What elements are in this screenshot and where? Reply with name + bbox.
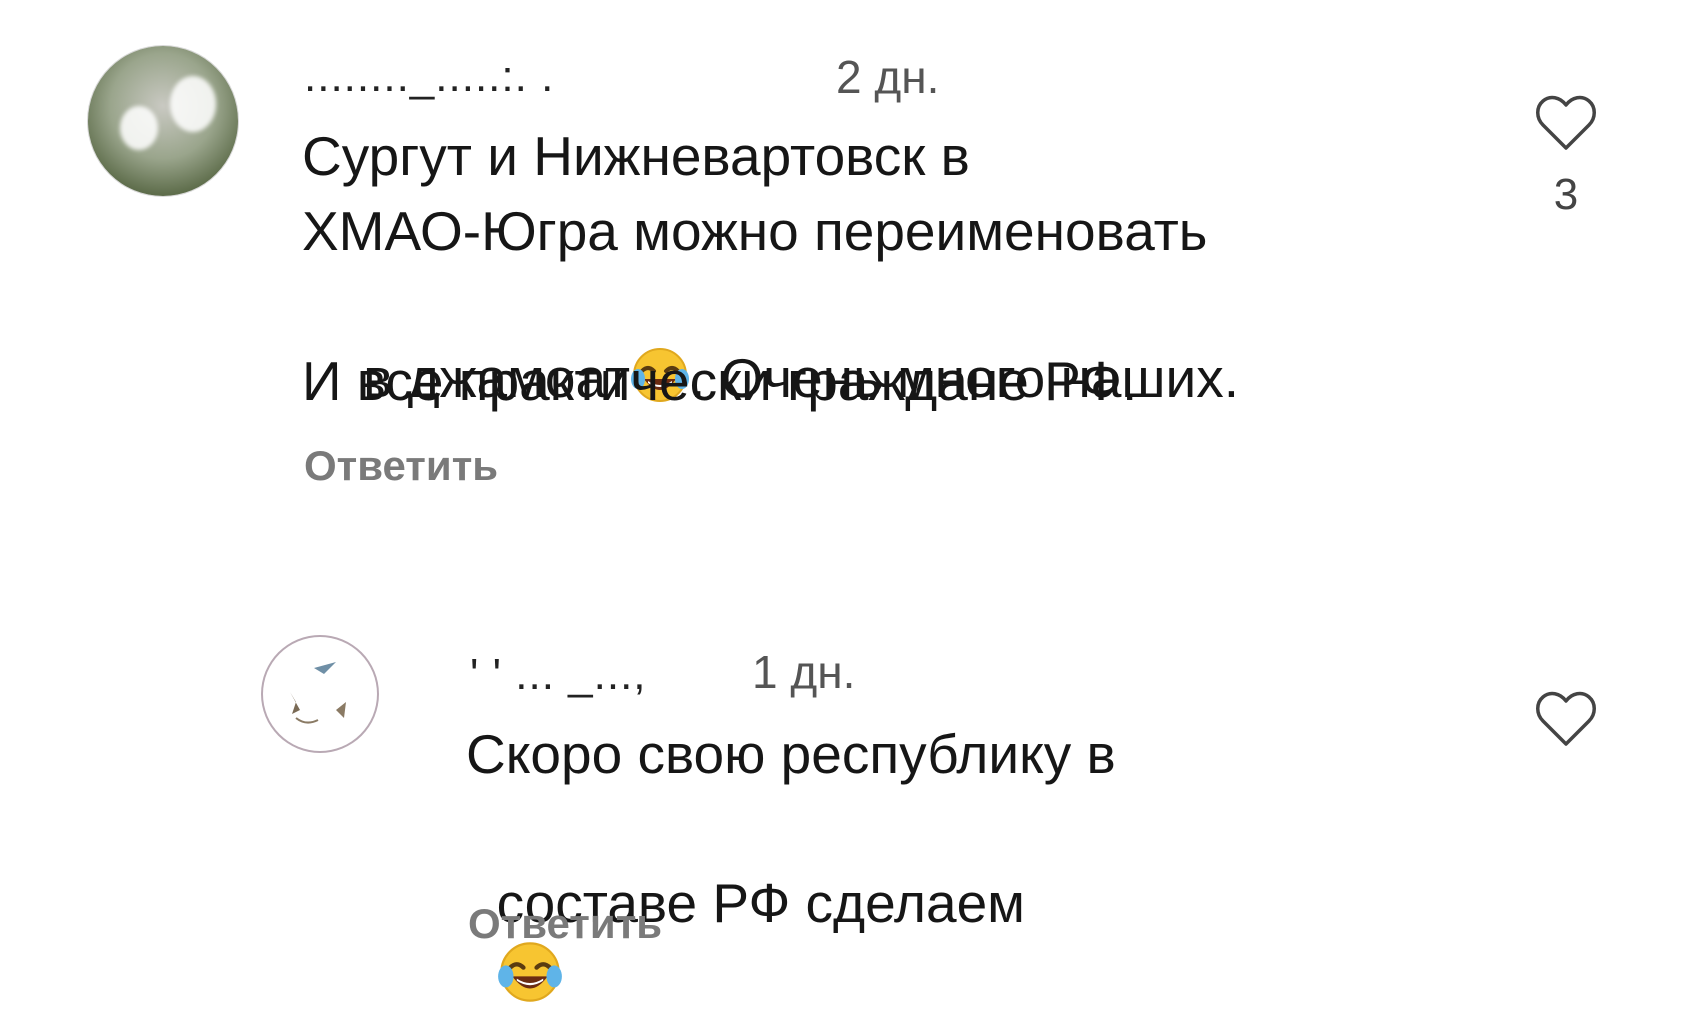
avatar[interactable]	[266, 640, 374, 748]
comment-timestamp: 1 дн.	[752, 646, 856, 698]
reply-button[interactable]: Ответить	[304, 442, 498, 490]
heart-icon	[1536, 95, 1596, 150]
avatar-illustration	[290, 662, 346, 724]
heart-icon	[1536, 691, 1596, 746]
tears-of-joy-emoji-icon	[497, 939, 563, 1022]
comment-username[interactable]: ' ' ... _...,	[470, 650, 647, 700]
comment-timestamp: 2 дн.	[836, 51, 940, 103]
comment-text-line: И все практически граждане РФ.	[302, 350, 1138, 412]
avatar-blur	[170, 76, 216, 132]
avatar[interactable]	[88, 46, 238, 196]
comment-text-line: Сургут и Нижневартовск в	[302, 125, 970, 187]
comment-text-line: ХМАО-Югра можно переименовать	[302, 200, 1208, 262]
reply-button[interactable]: Ответить	[468, 900, 662, 948]
like-button[interactable]	[1534, 688, 1598, 752]
comment-text-line: Скоро свою республику в	[466, 723, 1116, 785]
like-button[interactable]	[1534, 92, 1598, 156]
comment-item: ........_.....:. . 2 дн. Сургут и Нижнев…	[0, 0, 1683, 540]
like-count: 3	[1553, 170, 1579, 219]
avatar-blur	[120, 106, 158, 150]
comment-username[interactable]: ........_.....:. .	[304, 52, 554, 102]
